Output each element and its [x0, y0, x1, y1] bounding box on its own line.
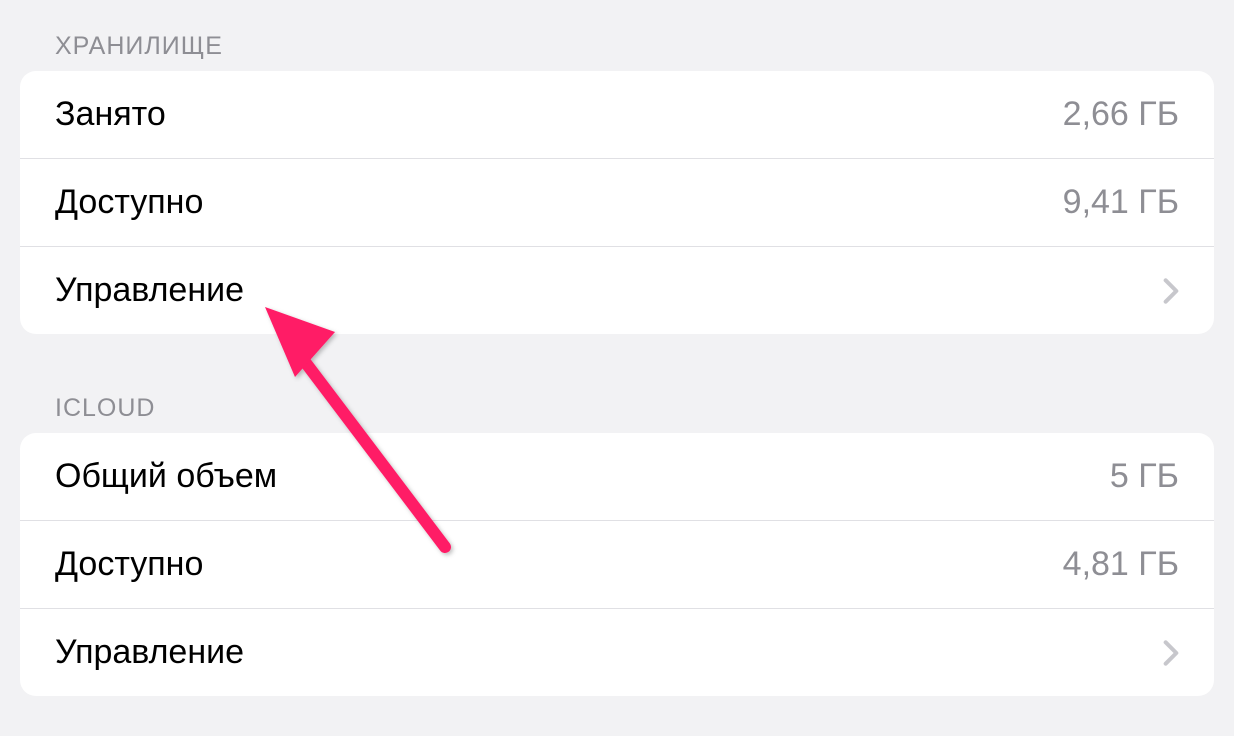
icloud-total-row: Общий объем 5 ГБ [20, 433, 1214, 521]
storage-manage-row[interactable]: Управление [20, 247, 1214, 334]
icloud-total-label: Общий объем [55, 457, 277, 496]
icloud-manage-label: Управление [55, 633, 244, 672]
storage-list-group: Занято 2,66 ГБ Доступно 9,41 ГБ Управлен… [20, 71, 1214, 334]
chevron-right-icon [1163, 639, 1179, 667]
storage-used-value: 2,66 ГБ [1063, 95, 1179, 134]
storage-available-right: 9,41 ГБ [1063, 183, 1179, 222]
chevron-right-icon [1163, 277, 1179, 305]
storage-available-label: Доступно [55, 183, 203, 222]
icloud-available-right: 4,81 ГБ [1063, 545, 1179, 584]
storage-used-right: 2,66 ГБ [1063, 95, 1179, 134]
icloud-available-row: Доступно 4,81 ГБ [20, 521, 1214, 609]
icloud-section-header: ICLOUD [0, 334, 1234, 433]
storage-used-row: Занято 2,66 ГБ [20, 71, 1214, 159]
icloud-available-label: Доступно [55, 545, 203, 584]
icloud-list-group: Общий объем 5 ГБ Доступно 4,81 ГБ Управл… [20, 433, 1214, 696]
storage-available-row: Доступно 9,41 ГБ [20, 159, 1214, 247]
storage-manage-label: Управление [55, 271, 244, 310]
icloud-manage-row[interactable]: Управление [20, 609, 1214, 696]
storage-used-label: Занято [55, 95, 166, 134]
icloud-manage-right [1163, 639, 1179, 667]
icloud-total-value: 5 ГБ [1110, 457, 1179, 496]
storage-available-value: 9,41 ГБ [1063, 183, 1179, 222]
icloud-available-value: 4,81 ГБ [1063, 545, 1179, 584]
icloud-total-right: 5 ГБ [1110, 457, 1179, 496]
settings-storage-screen: ХРАНИЛИЩЕ Занято 2,66 ГБ Доступно 9,41 Г… [0, 2, 1234, 696]
storage-manage-right [1163, 277, 1179, 305]
storage-section-header: ХРАНИЛИЩЕ [0, 2, 1234, 71]
